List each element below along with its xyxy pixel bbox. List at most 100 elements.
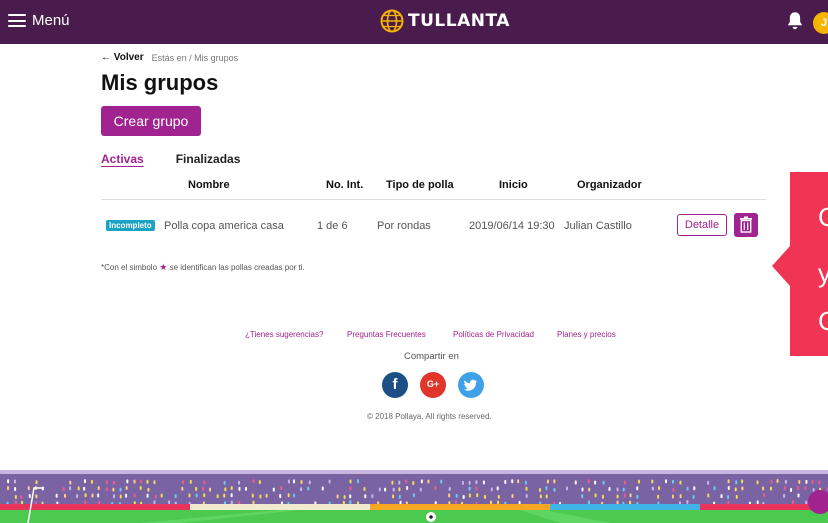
crowd-dot (601, 494, 604, 499)
crowd-dot (112, 480, 115, 485)
google-plus-share-button[interactable]: G+ (420, 372, 446, 398)
crowd-dot (287, 493, 290, 498)
detail-button[interactable]: Detalle (677, 214, 727, 236)
crowd-dot (713, 486, 716, 491)
crowd-dot (35, 494, 38, 499)
crowd-dot (454, 500, 457, 505)
top-bar: Menú TULLANTA J (0, 0, 828, 44)
crowd-dot (279, 494, 282, 499)
stadium-crowd-decoration (0, 470, 828, 523)
crowd-dot (391, 480, 394, 485)
crowd-dot (434, 486, 437, 491)
header-inicio: Inicio (499, 179, 528, 191)
crowd-dot (174, 494, 177, 499)
delete-button[interactable] (734, 213, 758, 237)
crowd-dot (357, 479, 360, 484)
crowd-dot (636, 494, 639, 499)
crowd-dot (293, 479, 296, 484)
crowd-dot (76, 494, 79, 499)
footnote-start: *Con el simbolo (101, 263, 158, 272)
star-icon: ★ (159, 262, 168, 272)
facebook-share-button[interactable]: f (382, 372, 408, 398)
crowd-dot (735, 494, 738, 499)
promo-panel[interactable]: C y C (790, 172, 828, 356)
crowd-dot (770, 479, 773, 484)
crowd-dot (581, 494, 584, 499)
crowd-dot (147, 487, 150, 492)
crowd-dot (153, 500, 156, 505)
crowd-dot (616, 487, 619, 492)
crowd-dot (497, 500, 500, 505)
crowd-dot (349, 486, 352, 491)
crowd-dot (468, 486, 471, 491)
crowd-dot (762, 486, 765, 491)
footnote: *Con el simbolo ★ se identifican las pol… (101, 262, 305, 273)
crowd-dot (125, 493, 128, 498)
back-link[interactable]: ← Volver (101, 52, 144, 63)
crowd-dot (203, 480, 206, 485)
crowd-dot (223, 493, 226, 498)
crowd-dot (798, 480, 801, 485)
crowd-dot (475, 486, 478, 491)
group-members: 1 de 6 (317, 220, 348, 232)
crowd-dot (594, 493, 597, 498)
crowd-dot (230, 493, 233, 498)
crowd-dot (84, 500, 87, 505)
crowd-dot (545, 486, 548, 491)
crowd-dot (91, 493, 94, 498)
header-organizador: Organizador (577, 179, 642, 191)
footer-link-privacy[interactable]: Políticas de Privacidad (453, 330, 534, 339)
crowd-dot (665, 479, 668, 484)
crowd-dot (238, 480, 241, 485)
group-name: Polla copa america casa (164, 220, 284, 232)
crowd-dot (27, 486, 30, 491)
footer-link-suggestions[interactable]: ¿Tienes sugerencias? (245, 330, 323, 339)
create-group-button[interactable]: Crear grupo (101, 106, 201, 136)
crowd-dot (727, 486, 730, 491)
google-plus-icon: G+ (426, 379, 440, 389)
brand-logo[interactable]: TULLANTA (380, 9, 510, 33)
crowd-dot (511, 493, 514, 498)
crowd-dot (811, 479, 814, 484)
share-label: Compartir en (404, 351, 459, 362)
crowd-dot (293, 493, 296, 498)
crowd-dot (566, 486, 569, 491)
footer-link-pricing[interactable]: Planes y precios (557, 330, 616, 339)
crowd-dot (525, 486, 528, 491)
crowd-dot (251, 493, 254, 498)
crowd-dot (741, 486, 744, 491)
twitter-share-button[interactable] (458, 372, 484, 398)
crowd-dot (7, 479, 10, 484)
crowd-dot (90, 479, 93, 484)
crowd-dot (462, 494, 465, 499)
crowd-dot (133, 493, 136, 498)
crowd-dot (574, 480, 577, 485)
menu-button[interactable]: Menú (8, 12, 70, 29)
crowd-dot (783, 486, 786, 491)
crowd-dot (230, 486, 233, 491)
crowd-dot (300, 487, 303, 492)
brand-name: TULLANTA (408, 11, 510, 31)
crowd-dot (280, 486, 283, 491)
crowd-dot (154, 494, 157, 499)
crowd-dot (300, 479, 303, 484)
tab-activas[interactable]: Activas (101, 152, 144, 166)
crowd-dot (224, 487, 227, 492)
crowd-dot (189, 479, 192, 484)
crowd-dot (679, 480, 682, 485)
crowd-dot (139, 486, 142, 491)
crowd-dot (805, 500, 808, 505)
user-avatar[interactable]: J (813, 12, 828, 34)
crowd-dot (468, 480, 471, 485)
crowd-dot (398, 487, 401, 492)
tab-finalizadas[interactable]: Finalizadas (176, 152, 241, 166)
crowd-dot (727, 479, 730, 484)
header-no-int: No. Int. (326, 179, 364, 191)
crowd-dot (805, 479, 808, 484)
crowd-dot (265, 493, 268, 498)
crowd-dot (616, 500, 619, 505)
bell-icon[interactable] (784, 10, 806, 32)
footer-link-faq[interactable]: Preguntas Frecuentes (347, 330, 426, 339)
crowd-dot (511, 479, 514, 484)
crowd-dot (55, 493, 58, 498)
